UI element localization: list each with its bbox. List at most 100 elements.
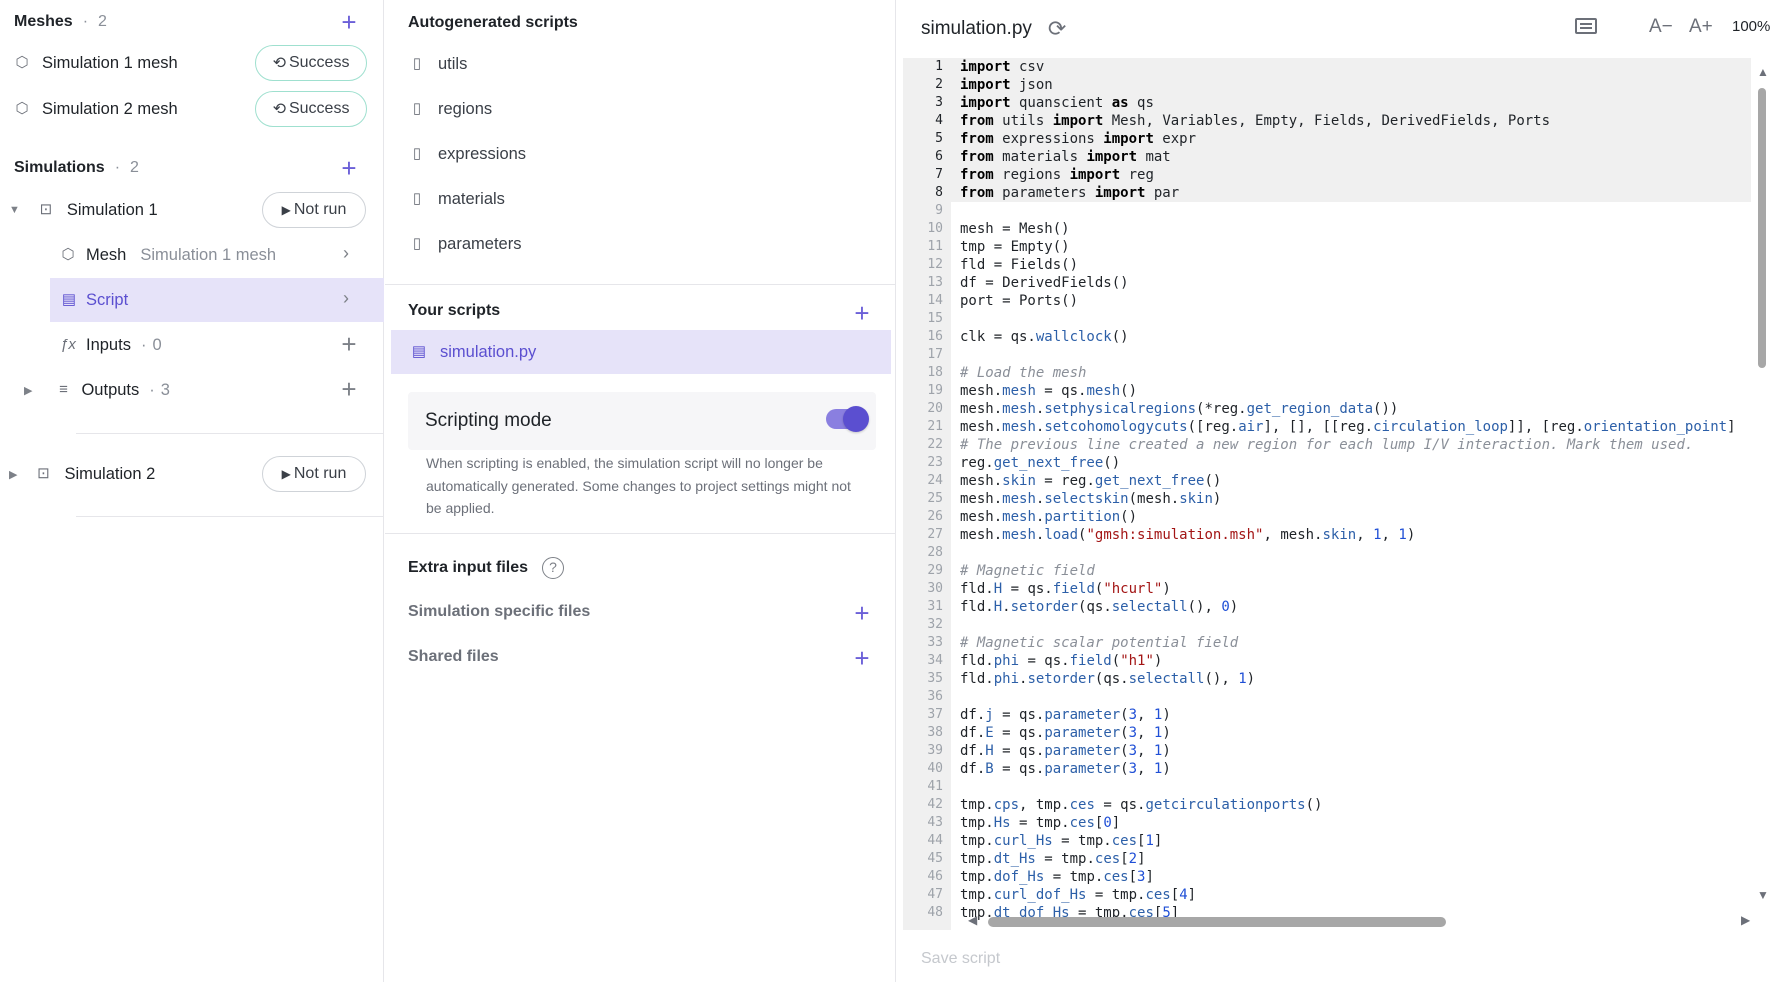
autogen-scripts-title: Autogenerated scripts [408,14,578,31]
simulation-specific-files-label: Simulation specific files [408,603,591,620]
save-script-button[interactable]: Save script [921,950,1000,968]
code-line: port = Ports() [960,293,1079,309]
line-number: 41 [927,779,943,794]
simulation-outputs-row[interactable]: ▶ ≡ Outputs · 3 [0,368,384,412]
document-icon: ▯ [412,235,422,252]
code-line: df.j = qs.parameter(3, 1) [960,707,1171,723]
horizontal-scroll-thumb[interactable] [988,917,1446,927]
tree-divider [76,516,384,517]
autogen-script-parameters[interactable]: ▯ parameters [408,232,522,256]
scripting-mode-box: Scripting mode [408,392,876,450]
extra-input-files-header: Extra input files ? [408,557,565,579]
add-shared-file-button[interactable]: + [851,645,873,671]
vertical-scroll-thumb[interactable] [1758,88,1766,368]
simulation-icon: ⊡ [39,201,53,218]
caret-right-icon[interactable]: ▶ [9,468,17,481]
editor-filename: simulation.py [921,18,1032,39]
line-number-gutter: 1 2 3 4 5 6 7 8 9 10 11 12 13 14 15 16 17 18 19 20 21 22 23 24 2… [903,58,951,930]
code-line: tmp.dt_Hs = tmp.ces[2] [960,851,1146,867]
line-number: 11 [927,239,943,254]
add-simulation-button[interactable]: + [338,155,360,181]
code-line: import csv [960,59,1045,75]
autogen-script-utils[interactable]: ▯ utils [408,52,467,76]
add-mesh-button[interactable]: + [338,9,360,35]
simulations-count: 2 [130,159,139,176]
line-number: 28 [927,545,943,560]
simulation-icon: ⊡ [37,465,50,482]
chevron-right-icon[interactable]: › [343,288,349,309]
add-script-button[interactable]: + [851,300,873,326]
scripting-mode-toggle[interactable] [826,406,869,432]
scroll-up-icon[interactable]: ▲ [1757,65,1769,79]
section-divider [385,284,896,285]
your-script-simulation[interactable]: ▤ simulation.py [391,330,891,374]
run-status-button-1[interactable]: ▶ Not run [262,192,366,228]
line-number: 32 [927,617,943,632]
database-icon: ≡ [59,381,68,398]
scroll-right-icon[interactable]: ▶ [1741,913,1750,927]
simulation-script-row[interactable]: ▤ Script [50,278,384,322]
code-line: tmp.curl_Hs = tmp.ces[1] [960,833,1163,849]
script-icon: ▤ [61,291,77,308]
line-number: 33 [927,635,943,650]
line-number: 30 [927,581,943,596]
code-line: tmp.cps, tmp.ces = qs.getcirculationport… [960,797,1323,813]
font-increase-button[interactable]: A+ [1689,16,1713,38]
line-number: 37 [927,707,943,722]
tree-divider [76,433,384,434]
line-number: 29 [927,563,943,578]
simulation-mesh-row[interactable]: ⬡ Mesh Simulation 1 mesh [0,233,384,277]
scroll-down-icon[interactable]: ▼ [1757,888,1769,902]
project-tree-panel: Meshes · 2 + ⬡ Simulation 1 mesh ⟲ Succe… [0,0,384,982]
code-line: fld.phi = qs.field("h1") [960,653,1163,669]
code-area[interactable]: 1 2 3 4 5 6 7 8 9 10 11 12 13 14 15 16 17 18 19 20 21 22 23 24 2… [903,58,1763,930]
mesh-status-badge-2[interactable]: ⟲ Success [255,91,367,127]
line-number: 42 [927,797,943,812]
line-number: 10 [927,221,943,236]
font-decrease-button[interactable]: A− [1649,16,1673,38]
code-line: from utils import Mesh, Variables, Empty… [960,113,1551,129]
scroll-left-icon[interactable]: ◀ [968,913,977,927]
line-number: 27 [927,527,943,542]
autogen-script-materials[interactable]: ▯ materials [408,187,505,211]
line-number: 24 [927,473,943,488]
section-divider [385,533,896,534]
meshes-count: 2 [98,13,107,30]
add-input-button[interactable]: + [338,331,360,357]
outputs-count: 3 [160,380,170,399]
line-number: 3 [935,95,943,110]
mesh-item-label: Simulation 2 mesh [42,99,178,118]
code-line: mesh.mesh.partition() [960,509,1138,525]
line-number: 23 [927,455,943,470]
add-output-button[interactable]: + [338,376,360,402]
chevron-right-icon[interactable]: › [343,243,349,264]
meshes-header: Meshes · 2 [14,13,107,30]
vertical-scrollbar[interactable]: ▲ ▼ [1757,60,1769,932]
mesh-item-label: Simulation 1 mesh [42,53,178,72]
line-number: 21 [927,419,943,434]
autogen-script-expressions[interactable]: ▯ expressions [408,142,526,166]
code-editor-panel: simulation.py ⟳ A− A+ 100% 1 2 3 4 5 6 7 8 9 10 11… [897,0,1773,982]
inputs-label: Inputs [86,335,131,354]
document-icon: ▯ [412,55,422,72]
keyboard-icon[interactable] [1575,18,1597,34]
mesh-status-badge-1[interactable]: ⟲ Success [255,45,367,81]
add-simulation-file-button[interactable]: + [851,600,873,626]
simulation-inputs-row[interactable]: ƒx Inputs · 0 [0,323,384,367]
run-status-button-2[interactable]: ▶ Not run [262,456,366,492]
line-number: 12 [927,257,943,272]
autogen-script-regions[interactable]: ▯ regions [408,97,492,121]
line-number: 25 [927,491,943,506]
code-line: # Magnetic field [960,563,1095,579]
code-line: mesh = Mesh() [960,221,1070,237]
line-number: 48 [927,905,943,920]
caret-down-icon[interactable]: ▼ [9,204,20,216]
code-line: import quanscient as qs [960,95,1154,111]
line-number: 40 [927,761,943,776]
refresh-icon[interactable]: ⟳ [1048,16,1066,42]
cube-icon: ⬡ [61,246,75,263]
help-icon[interactable]: ? [542,557,565,579]
line-number: 45 [927,851,943,866]
caret-right-icon[interactable]: ▶ [24,384,32,397]
cube-icon: ⬡ [15,100,29,117]
